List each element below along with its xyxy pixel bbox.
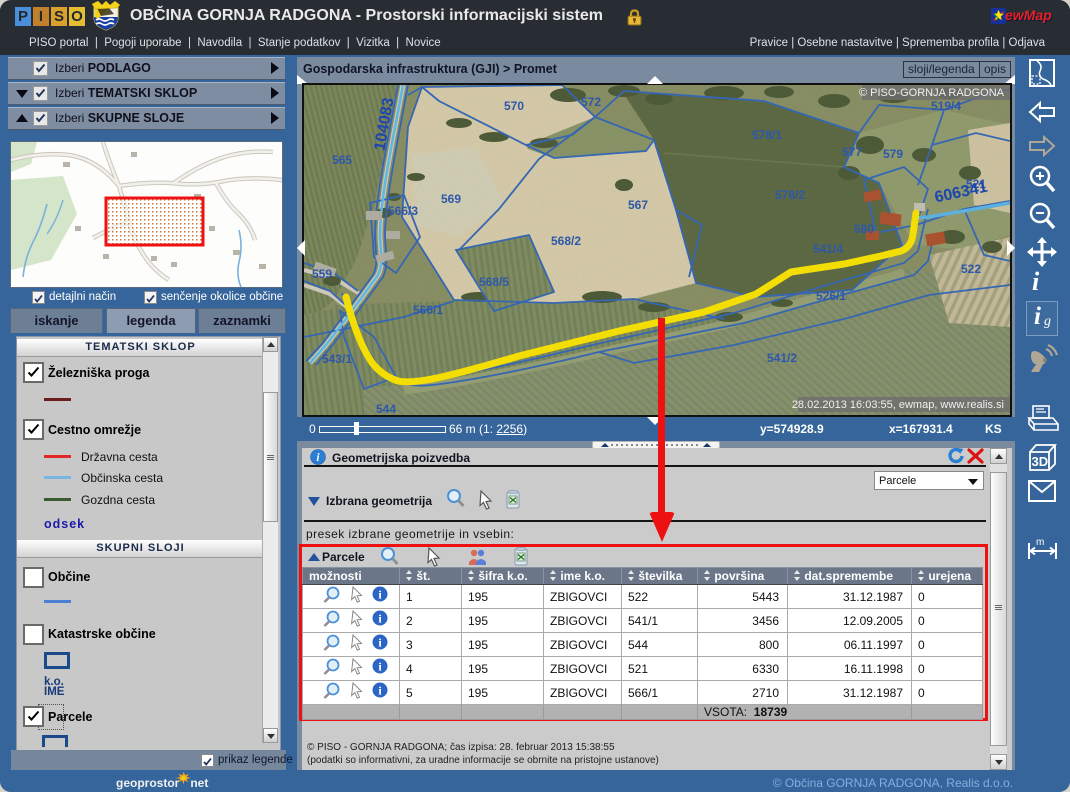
- svg-text:572: 572: [581, 95, 601, 109]
- svg-text:569: 569: [441, 192, 461, 206]
- svg-text:580: 580: [854, 222, 874, 236]
- svg-text:519/4: 519/4: [931, 99, 961, 113]
- svg-text:566/3: 566/3: [388, 204, 418, 218]
- svg-text:28.02.2013 16:03:55, ewmap, ww: 28.02.2013 16:03:55, ewmap, www.realis.s…: [792, 399, 1004, 411]
- svg-text:578/1: 578/1: [752, 128, 782, 142]
- svg-text:m: m: [1036, 537, 1044, 548]
- svg-text:526/1: 526/1: [816, 289, 846, 303]
- svg-text:568/5: 568/5: [479, 275, 509, 289]
- svg-text:543/1: 543/1: [322, 352, 352, 366]
- svg-text:541/2: 541/2: [767, 351, 797, 365]
- svg-text:559: 559: [312, 267, 332, 281]
- svg-text:541/4: 541/4: [813, 242, 843, 256]
- svg-text:3D: 3D: [1032, 454, 1049, 469]
- svg-text:566/1: 566/1: [413, 303, 443, 317]
- svg-text:578/2: 578/2: [775, 188, 805, 202]
- svg-text:522: 522: [961, 262, 981, 276]
- svg-text:© PISO-GORNJA RADGONA: © PISO-GORNJA RADGONA: [859, 87, 1005, 99]
- svg-text:577: 577: [842, 145, 862, 159]
- svg-text:565: 565: [332, 153, 352, 167]
- svg-text:579: 579: [883, 147, 903, 161]
- svg-text:570: 570: [504, 99, 524, 113]
- svg-text:567: 567: [628, 198, 648, 212]
- svg-text:544: 544: [376, 402, 396, 415]
- svg-text:568/2: 568/2: [551, 234, 581, 248]
